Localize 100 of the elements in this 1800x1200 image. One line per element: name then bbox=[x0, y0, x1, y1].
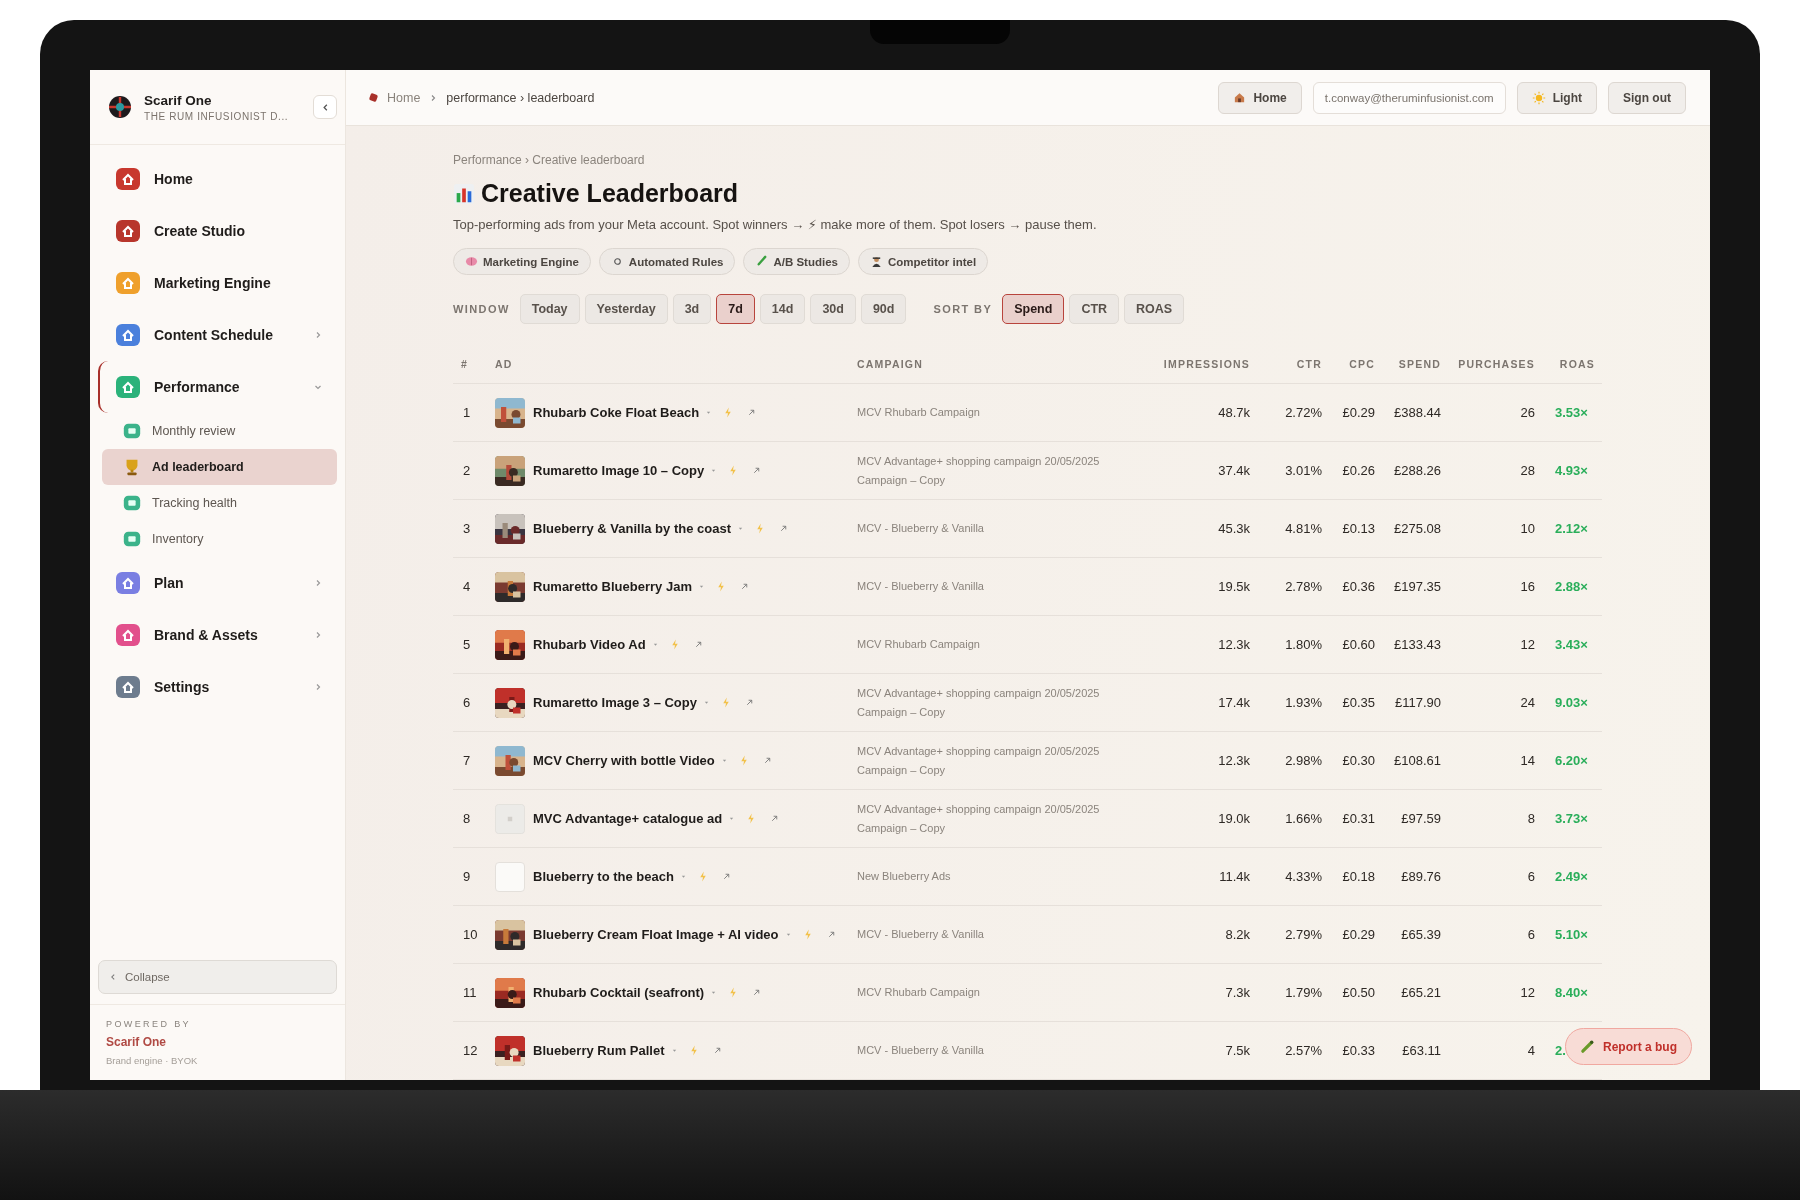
theme-button[interactable]: Light bbox=[1516, 81, 1597, 114]
window-option[interactable]: 30d bbox=[810, 294, 856, 324]
nav-subitem[interactable]: Tracking health bbox=[102, 485, 337, 521]
nav-item[interactable]: Brand & Assets bbox=[98, 609, 337, 661]
window-option[interactable]: Today bbox=[519, 294, 580, 324]
nav-subitem[interactable]: Ad leaderboard bbox=[102, 449, 337, 485]
metric-cell-text: £89.76 bbox=[1400, 869, 1441, 884]
metric-cell-text: £197.35 bbox=[1393, 579, 1441, 594]
metric-cell-text: £0.33 bbox=[1341, 1043, 1375, 1058]
lightning-icon[interactable] bbox=[689, 1045, 698, 1056]
caret-icon[interactable] bbox=[711, 990, 717, 995]
external-link-icon[interactable] bbox=[712, 1046, 722, 1055]
caret-icon[interactable] bbox=[704, 700, 709, 705]
lightning-icon[interactable] bbox=[755, 523, 764, 534]
collapse-sidebar-button[interactable] bbox=[313, 95, 337, 119]
external-link-icon[interactable] bbox=[739, 582, 749, 591]
sort-option[interactable]: Spend bbox=[1002, 294, 1065, 324]
external-link-icon[interactable] bbox=[745, 698, 754, 707]
caret-icon[interactable] bbox=[729, 816, 735, 821]
caret-icon[interactable] bbox=[711, 468, 717, 473]
nav-item[interactable]: Create Studio bbox=[98, 205, 337, 257]
collapse-button[interactable]: Collapse bbox=[98, 960, 337, 994]
external-link-icon[interactable] bbox=[752, 988, 762, 997]
external-link-icon[interactable] bbox=[693, 640, 703, 649]
nav-item[interactable]: Marketing Engine bbox=[98, 257, 337, 309]
metric-cell-text: 14 bbox=[1519, 753, 1535, 768]
metric-cell-text: £388.44 bbox=[1393, 405, 1441, 420]
shortcut-chip[interactable]: Marketing Engine bbox=[453, 248, 591, 275]
nav-item[interactable]: Content Schedule bbox=[98, 309, 337, 361]
shortcut-chip[interactable]: Competitor intel bbox=[858, 248, 989, 275]
metric-cell-text: £0.26 bbox=[1341, 463, 1375, 478]
home-button[interactable]: Home bbox=[1218, 81, 1302, 114]
ad-name: Blueberry & Vanilla by the coast bbox=[533, 521, 731, 536]
window-option[interactable]: 90d bbox=[860, 294, 907, 324]
home-link[interactable]: Home bbox=[387, 90, 421, 105]
campaign-cell-text: MCV - Blueberry & Vanilla bbox=[857, 1043, 985, 1058]
ad-name: Rumaretto Blueberry Jam bbox=[533, 579, 692, 594]
nav-item[interactable]: Performance bbox=[98, 361, 337, 413]
nav-subitem[interactable]: Monthly review bbox=[102, 413, 337, 449]
metric-cell-text: £63.11 bbox=[1401, 1043, 1441, 1058]
external-link-icon[interactable] bbox=[752, 466, 762, 475]
logo-icon bbox=[106, 93, 134, 121]
lightning-icon[interactable] bbox=[729, 987, 738, 998]
campaign-cell-text: MCV Advantage+ shopping campaign 20/05/2025 Campaign – Copy bbox=[857, 453, 1101, 488]
caret-icon[interactable] bbox=[706, 410, 712, 415]
nav-item[interactable]: Home bbox=[98, 153, 337, 205]
sort-option[interactable]: ROAS bbox=[1124, 294, 1185, 324]
metric-cell-text: £0.30 bbox=[1341, 753, 1375, 768]
window-option[interactable]: 7d bbox=[716, 294, 755, 324]
lightning-icon[interactable] bbox=[722, 697, 730, 708]
lightning-icon[interactable] bbox=[698, 871, 707, 882]
window-option[interactable]: Yesterday bbox=[584, 294, 668, 324]
lightning-icon[interactable] bbox=[729, 465, 738, 476]
external-link-icon[interactable] bbox=[721, 872, 731, 881]
column-header: SPEND bbox=[1397, 358, 1441, 370]
caret-icon[interactable] bbox=[671, 1048, 677, 1053]
lightning-icon[interactable] bbox=[739, 755, 748, 766]
nav-item[interactable]: Plan bbox=[98, 557, 337, 609]
external-link-icon[interactable] bbox=[762, 756, 772, 765]
caret-icon[interactable] bbox=[721, 758, 727, 763]
ad-name: Rumaretto Image 10 – Copy bbox=[533, 463, 705, 478]
metric-cell-text: £0.31 bbox=[1341, 811, 1375, 826]
ad-name: Blueberry Rum Pallet bbox=[533, 1043, 665, 1058]
rank-cell-text: 3 bbox=[462, 521, 472, 536]
breadcrumb-path: performance › leaderboard bbox=[446, 90, 595, 105]
window-option[interactable]: 3d bbox=[672, 294, 712, 324]
metric-cell-text: 19.5k bbox=[1217, 579, 1250, 594]
caret-icon[interactable] bbox=[680, 874, 686, 879]
rank-cell-text: 9 bbox=[462, 869, 472, 884]
window-label: WINDOW bbox=[453, 303, 510, 315]
external-link-icon[interactable] bbox=[778, 524, 788, 533]
metric-cell-text: £133.43 bbox=[1393, 637, 1441, 652]
rank-cell-text: 5 bbox=[462, 637, 472, 652]
external-link-icon[interactable] bbox=[826, 930, 836, 939]
metric-cell-text: £0.60 bbox=[1341, 637, 1375, 652]
lightning-icon[interactable] bbox=[716, 581, 725, 592]
caret-icon[interactable] bbox=[737, 526, 743, 531]
report-bug-button[interactable]: Report a bug bbox=[1565, 1028, 1692, 1065]
rank-cell-text: 1 bbox=[462, 405, 472, 420]
sort-option[interactable]: CTR bbox=[1069, 294, 1120, 324]
metric-cell-text: £108.61 bbox=[1393, 753, 1441, 768]
nav-item[interactable]: Settings bbox=[98, 661, 337, 713]
lightning-icon[interactable] bbox=[670, 639, 679, 650]
caret-icon[interactable] bbox=[698, 584, 704, 589]
sign-out-button[interactable]: Sign out bbox=[1608, 81, 1686, 114]
shortcut-chip[interactable]: Automated Rules bbox=[598, 248, 736, 275]
lightning-icon[interactable] bbox=[747, 813, 756, 824]
external-link-icon[interactable] bbox=[770, 814, 780, 823]
campaign-cell-text: MCV Rhubarb Campaign bbox=[857, 637, 981, 652]
nav-subitem[interactable]: Inventory bbox=[102, 521, 337, 557]
shortcut-chip[interactable]: A/B Studies bbox=[743, 248, 850, 275]
caret-icon[interactable] bbox=[785, 932, 791, 937]
window-option[interactable]: 14d bbox=[759, 294, 806, 324]
roas-cell: 2.88× bbox=[1555, 579, 1588, 594]
metric-cell-text: £0.29 bbox=[1341, 927, 1375, 942]
external-link-icon[interactable] bbox=[747, 408, 757, 417]
lightning-icon[interactable] bbox=[803, 929, 812, 940]
lightning-icon[interactable] bbox=[724, 407, 733, 418]
column-header: IMPRESSIONS bbox=[1162, 358, 1250, 370]
caret-icon[interactable] bbox=[652, 642, 658, 647]
